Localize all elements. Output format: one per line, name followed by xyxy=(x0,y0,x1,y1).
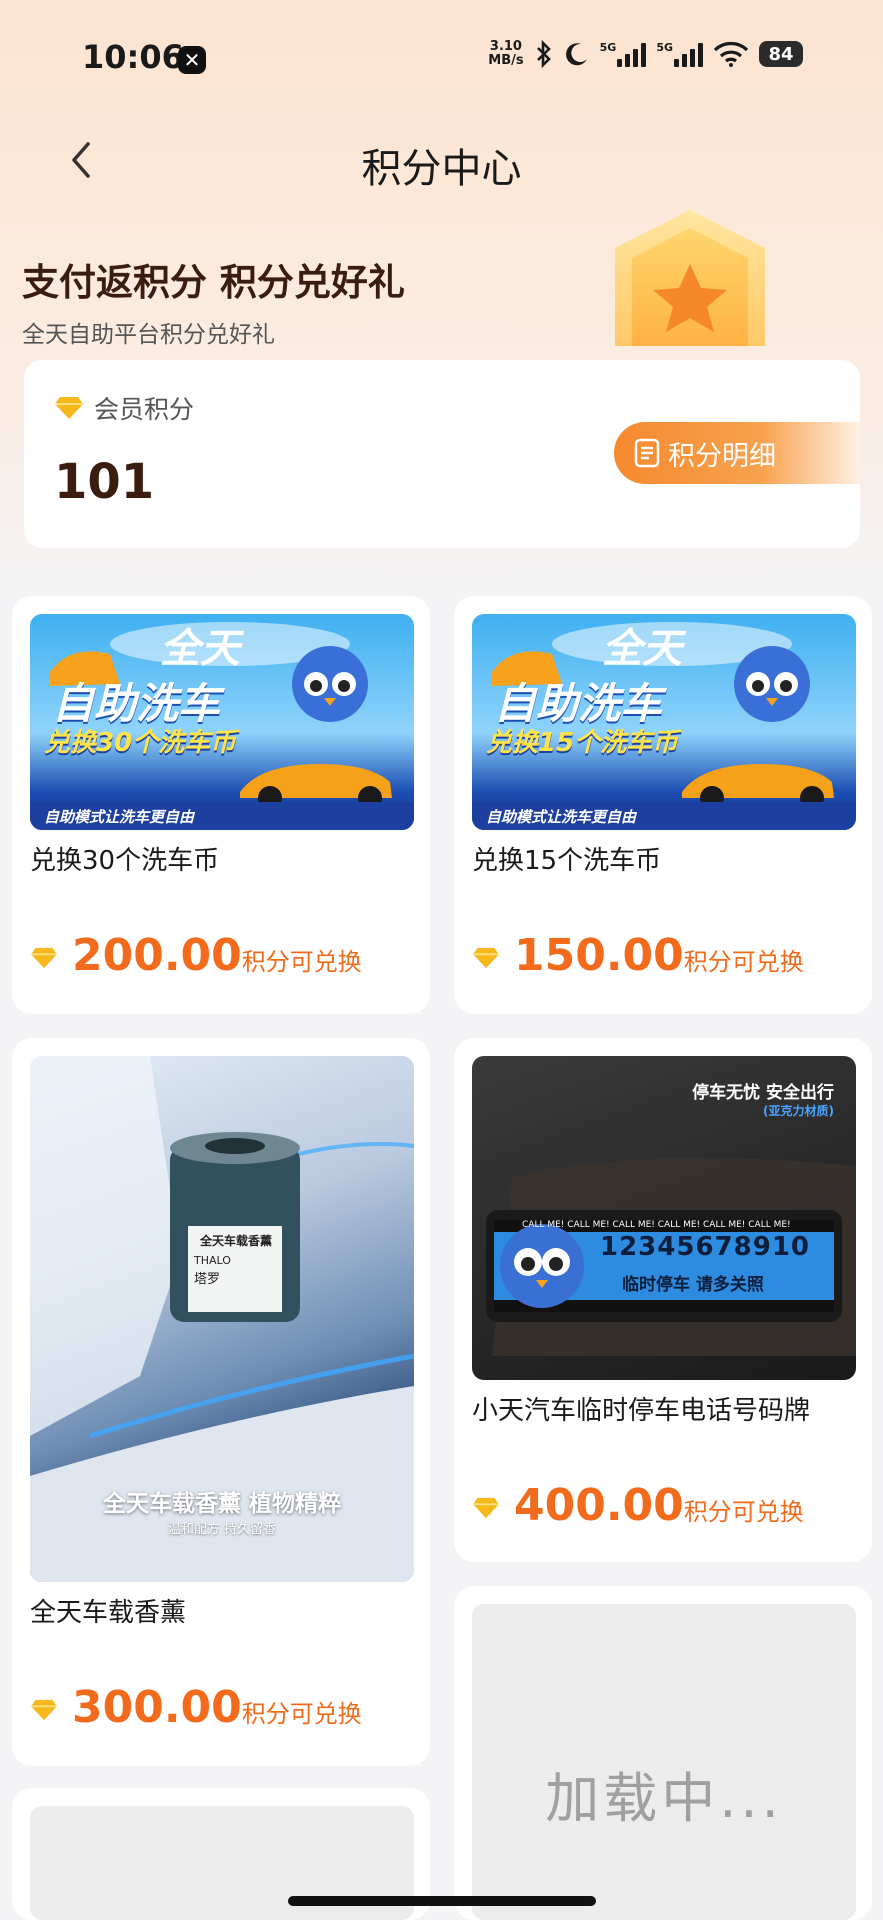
price-value: 400.00 xyxy=(514,1480,684,1531)
status-bar: 10:06 ✕ 3.10 MB/s 5G 5G 84 xyxy=(0,0,883,120)
product-image: 全天 自助洗车 兑换30个洗车币 自助模式让洗车更自由 xyxy=(30,614,414,830)
plate-tape: CALL ME! CALL ME! CALL ME! CALL ME! CALL… xyxy=(522,1220,791,1230)
product-name: 全天车载香薰 xyxy=(30,1598,187,1628)
diamond-icon xyxy=(473,1497,499,1519)
product-card-wash-30[interactable]: 全天 自助洗车 兑换30个洗车币 自助模式让洗车更自由 兑换30个洗车币 200… xyxy=(12,596,430,1014)
x-app-icon: ✕ xyxy=(178,46,206,74)
star-medal-icon xyxy=(615,210,765,346)
points-label-row: 会员积分 xyxy=(54,390,194,426)
loading-placeholder: 加载中... xyxy=(472,1604,856,1920)
product-name: 兑换30个洗车币 xyxy=(30,846,220,876)
price-suffix: 积分可兑换 xyxy=(683,948,804,976)
net-speed: 3.10 MB/s xyxy=(488,40,523,68)
hero-subtitle: 全天自助平台积分兑好礼 xyxy=(22,322,275,348)
price-row: 400.00 积分可兑换 xyxy=(472,1480,804,1531)
price-row: 150.00 积分可兑换 xyxy=(472,930,804,981)
points-detail-label: 积分明细 xyxy=(668,440,776,472)
price-row: 300.00 积分可兑换 xyxy=(30,1682,362,1733)
product-image: 全天车载香薰 THALO 塔罗 全天车载香薰 植物精粹 温和配方 持久留香 xyxy=(30,1056,414,1582)
banner-sub: 兑换15个洗车币 xyxy=(486,728,679,758)
signal-icon-1: 5G xyxy=(600,41,647,67)
banner-title-1: 全天 xyxy=(160,626,240,672)
net-speed-unit: MB/s xyxy=(488,53,524,68)
wifi-icon xyxy=(713,42,749,67)
product-card-wash-15[interactable]: 全天 自助洗车 兑换15个洗车币 自助模式让洗车更自由 兑换15个洗车币 150… xyxy=(454,596,872,1014)
price-value: 150.00 xyxy=(514,930,684,981)
diamond-icon xyxy=(31,947,57,969)
status-icons: 3.10 MB/s 5G 5G 84 xyxy=(488,40,803,68)
hero-slogan: 支付返积分 积分兑好礼 xyxy=(22,261,405,304)
plate-note: 临时停车 请多关照 xyxy=(622,1275,764,1295)
price-suffix: 积分可兑换 xyxy=(683,1498,804,1526)
bluetooth-icon xyxy=(536,40,551,68)
price-value: 300.00 xyxy=(72,1682,242,1733)
page-title: 积分中心 xyxy=(361,146,522,192)
net-speed-value: 3.10 xyxy=(489,39,522,54)
product-card-parking-plate[interactable]: 停车无忧 安全出行 (亚克力材质) CALL ME! CALL ME! CALL… xyxy=(454,1038,872,1562)
plate-head: 停车无忧 安全出行 xyxy=(692,1083,834,1103)
aroma-brand-cn: 塔罗 xyxy=(194,1272,221,1287)
price-suffix: 积分可兑换 xyxy=(241,948,362,976)
diamond-icon xyxy=(55,397,83,419)
price-row: 200.00 积分可兑换 xyxy=(30,930,362,981)
sim1-label: 5G xyxy=(599,41,617,54)
diamond-icon xyxy=(31,1699,57,1721)
product-image: 全天 自助洗车 兑换15个洗车币 自助模式让洗车更自由 xyxy=(472,614,856,830)
aroma-label: 全天车载香薰 xyxy=(200,1234,273,1248)
price-value: 200.00 xyxy=(72,930,242,981)
plate-head-sub: (亚克力材质) xyxy=(763,1104,834,1118)
banner-sub: 兑换30个洗车币 xyxy=(44,728,237,758)
battery-icon: 84 xyxy=(759,41,803,67)
points-label: 会员积分 xyxy=(94,395,195,424)
product-card-aroma[interactable]: 全天车载香薰 THALO 塔罗 全天车载香薰 植物精粹 温和配方 持久留香 全天… xyxy=(12,1038,430,1766)
status-time: 10:06 xyxy=(82,38,184,76)
product-name: 小天汽车临时停车电话号码牌 xyxy=(472,1396,811,1426)
sim2-label: 5G xyxy=(656,41,673,54)
aroma-brand: THALO xyxy=(194,1254,231,1267)
banner-foot: 自助模式让洗车更自由 xyxy=(44,808,195,826)
list-doc-icon xyxy=(634,438,660,468)
banner-foot: 自助模式让洗车更自由 xyxy=(486,808,637,826)
loading-text: 加载中... xyxy=(545,1767,783,1830)
banner-title-1: 全天 xyxy=(602,626,682,672)
moon-icon xyxy=(565,43,587,66)
plate-number: 12345678910 xyxy=(600,1232,810,1262)
product-name: 兑换15个洗车币 xyxy=(472,846,662,876)
aroma-caption: 全天车载香薰 植物精粹 xyxy=(102,1491,341,1517)
points-detail-button[interactable]: 积分明细 xyxy=(614,422,860,484)
nav-bar: 积分中心 xyxy=(0,120,883,200)
points-card: 会员积分 101 积分明细 xyxy=(24,360,860,548)
aroma-caption-sub: 温和配方 持久留香 xyxy=(167,1522,277,1537)
price-suffix: 积分可兑换 xyxy=(241,1700,362,1728)
points-value: 101 xyxy=(54,454,155,510)
home-indicator[interactable] xyxy=(288,1896,596,1906)
diamond-icon xyxy=(473,947,499,969)
signal-icon-2: 5G xyxy=(656,41,703,67)
product-card-loading: 加载中... xyxy=(454,1586,872,1920)
product-image: 停车无忧 安全出行 (亚克力材质) CALL ME! CALL ME! CALL… xyxy=(472,1056,856,1380)
